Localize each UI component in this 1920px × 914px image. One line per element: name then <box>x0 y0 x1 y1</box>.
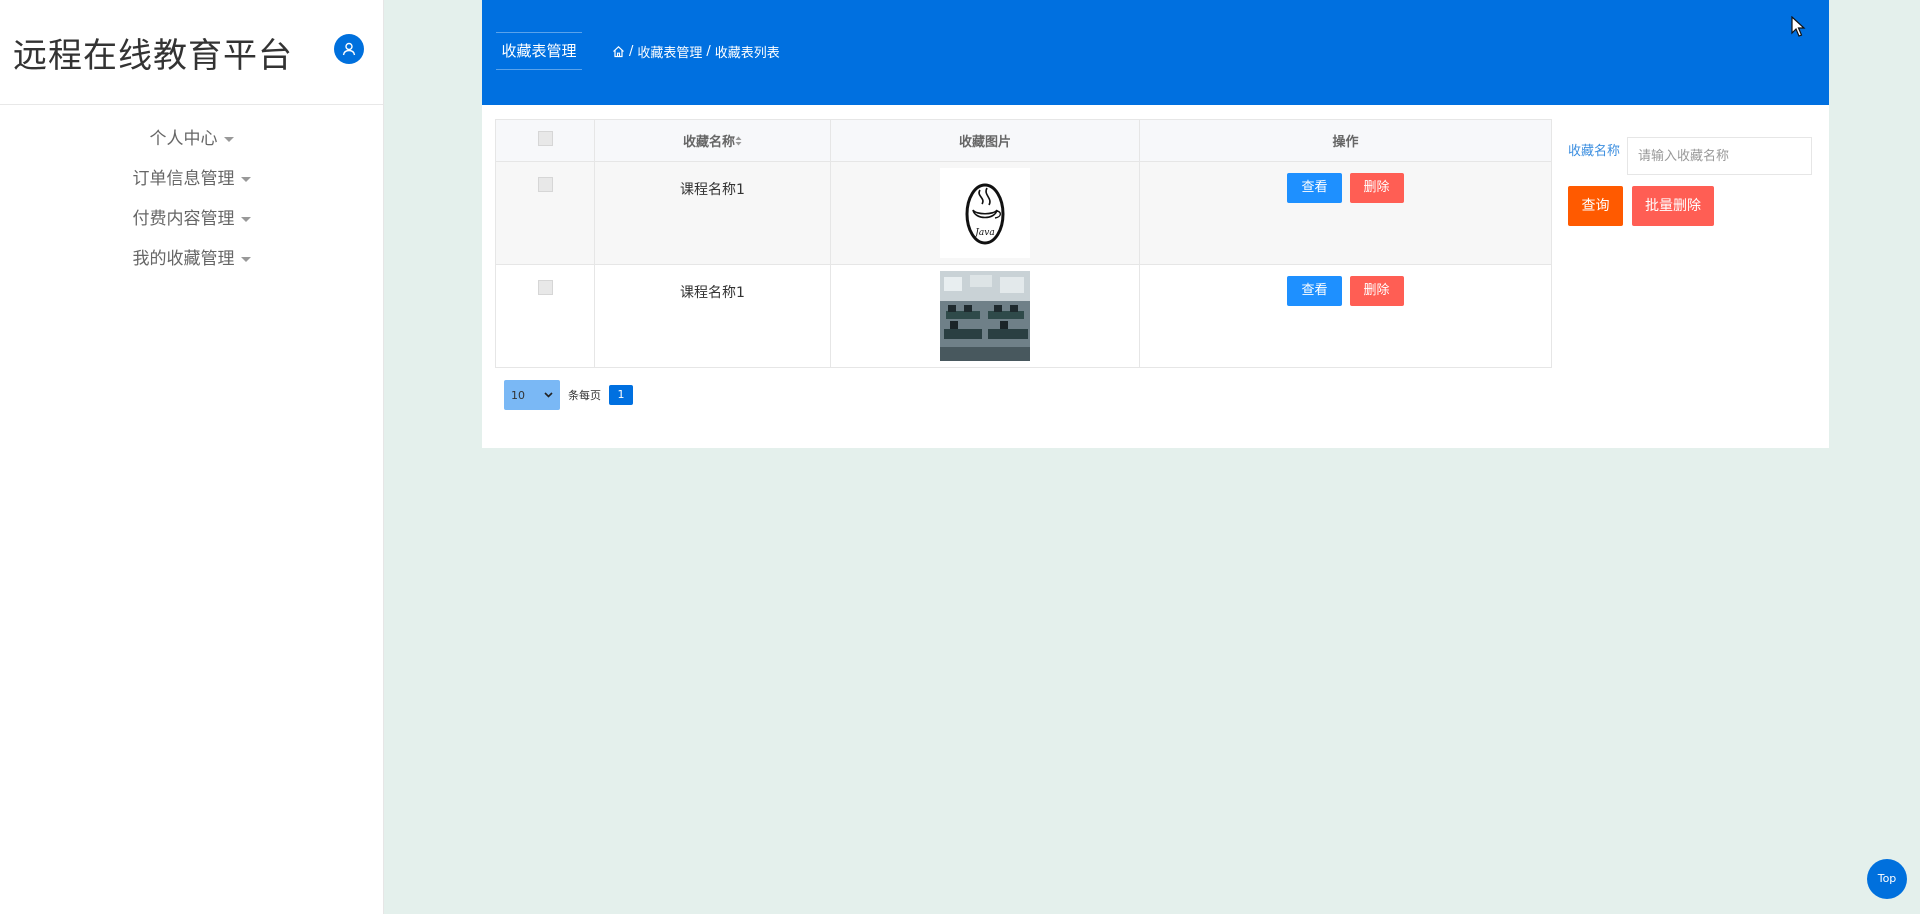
select-all-cell <box>495 119 595 162</box>
menu-item-label: 我的收藏管理 <box>132 249 235 269</box>
sort-icon <box>735 136 742 146</box>
back-to-top-button[interactable]: Top <box>1867 859 1907 899</box>
search-input[interactable] <box>1627 137 1812 175</box>
breadcrumb-item-favorites[interactable]: 收藏表管理 <box>637 42 702 61</box>
actions-cell: 查看 删除 <box>1139 161 1552 265</box>
favorite-name: 课程名称1 <box>680 285 745 301</box>
delete-button[interactable]: 删除 <box>1349 276 1404 306</box>
page-header: 收藏表管理 / 收藏表管理 / 收藏表列表 <box>482 0 1829 105</box>
tab-favorites-management[interactable]: 收藏表管理 <box>496 32 582 70</box>
name-cell: 课程名称1 <box>594 161 831 265</box>
query-button[interactable]: 查询 <box>1568 186 1623 226</box>
view-button[interactable]: 查看 <box>1287 173 1342 203</box>
image-cell <box>830 264 1140 368</box>
home-icon[interactable] <box>612 45 625 58</box>
java-logo-icon: Java <box>940 168 1030 258</box>
classroom-photo <box>940 271 1030 361</box>
menu-item-order-management[interactable]: 订单信息管理 <box>0 159 383 199</box>
per-page-label: 条每页 <box>568 389 601 402</box>
breadcrumb-item-list: 收藏表列表 <box>714 46 780 61</box>
search-label: 收藏名称 <box>1568 144 1621 159</box>
row-select-cell <box>495 161 595 265</box>
menu-item-personal-center[interactable]: 个人中心 <box>0 119 383 159</box>
menu-item-label: 订单信息管理 <box>132 169 235 189</box>
batch-delete-button[interactable]: 批量删除 <box>1632 186 1714 226</box>
chevron-down-icon <box>544 392 553 398</box>
column-header-actions: 操作 <box>1139 119 1552 162</box>
pagination: 10 条每页 1 <box>504 380 633 410</box>
row-checkbox[interactable] <box>537 280 553 295</box>
column-header-name[interactable]: 收藏名称 <box>594 119 831 162</box>
caret-down-icon <box>240 216 251 222</box>
caret-down-icon <box>223 136 234 142</box>
page-size-value: 10 <box>511 388 525 402</box>
row-select-cell <box>495 264 595 368</box>
mouse-cursor-icon <box>1791 16 1806 37</box>
image-cell: Java <box>830 161 1140 265</box>
column-header-label: 收藏名称 <box>682 135 735 150</box>
menu-item-paid-content[interactable]: 付费内容管理 <box>0 199 383 239</box>
svg-text:Java: Java <box>973 228 994 238</box>
table-row: 课程名称1 查看 删除 <box>495 264 1552 368</box>
column-header-image: 收藏图片 <box>830 119 1140 162</box>
menu-item-label: 付费内容管理 <box>132 209 235 229</box>
actions-cell: 查看 删除 <box>1139 264 1552 368</box>
app-title: 远程在线教育平台 <box>13 36 293 76</box>
user-icon <box>342 42 356 56</box>
user-avatar[interactable] <box>334 34 364 64</box>
brand-header: 远程在线教育平台 <box>0 0 383 105</box>
favorite-name: 课程名称1 <box>680 182 745 198</box>
content-panel: 收藏名称 收藏图片 操作 课程名称1 Java 查看 删除 课程名称1 查看 删… <box>482 105 1829 448</box>
view-button[interactable]: 查看 <box>1287 276 1342 306</box>
table-row: 课程名称1 Java 查看 删除 <box>495 161 1552 265</box>
breadcrumb-separator: / <box>629 44 634 59</box>
delete-button[interactable]: 删除 <box>1349 173 1404 203</box>
page-number-current[interactable]: 1 <box>609 385 633 405</box>
breadcrumb: / 收藏表管理 / 收藏表列表 <box>612 42 780 61</box>
sidebar-menu: 个人中心 订单信息管理 付费内容管理 我的收藏管理 <box>0 119 383 279</box>
row-checkbox[interactable] <box>537 177 553 192</box>
caret-down-icon <box>240 176 251 182</box>
name-cell: 课程名称1 <box>594 264 831 368</box>
menu-item-label: 个人中心 <box>149 129 218 149</box>
favorites-table: 收藏名称 收藏图片 操作 课程名称1 Java 查看 删除 课程名称1 查看 删… <box>495 119 1552 368</box>
select-all-checkbox[interactable] <box>537 131 553 146</box>
breadcrumb-separator: / <box>706 44 711 59</box>
menu-item-my-favorites[interactable]: 我的收藏管理 <box>0 239 383 279</box>
table-header-row: 收藏名称 收藏图片 操作 <box>495 119 1552 162</box>
caret-down-icon <box>240 256 251 262</box>
page-size-select[interactable]: 10 <box>504 380 560 410</box>
sidebar: 远程在线教育平台 个人中心 订单信息管理 付费内容管理 我的收藏管理 <box>0 0 384 914</box>
